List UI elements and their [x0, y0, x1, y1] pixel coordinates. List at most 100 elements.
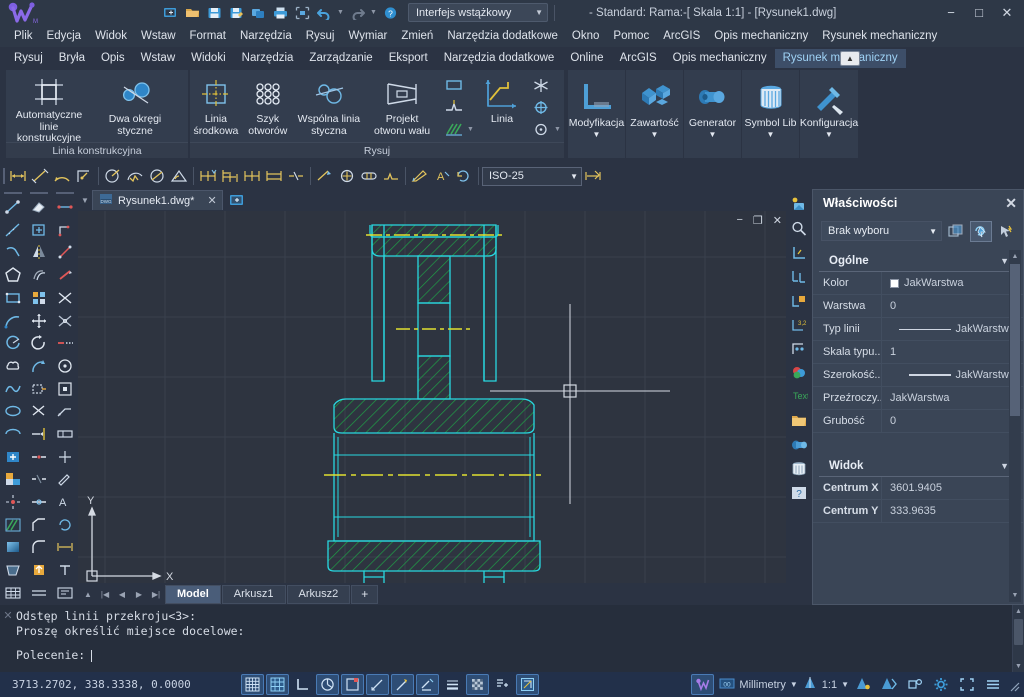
viewport-close-button[interactable]: ✕ [773, 214, 782, 227]
star-burst-icon[interactable] [529, 74, 553, 96]
command-line-text[interactable]: Odstęp linii przekroju<3>: Proszę określ… [16, 605, 1012, 672]
ucs-named-icon[interactable] [787, 289, 811, 313]
property-value[interactable]: JakWarstwa [881, 272, 1023, 294]
selection-dropdown[interactable]: Brak wyboru ▼ [821, 221, 942, 241]
property-row-skala-typu-linii[interactable]: Skala typu... 1 [813, 341, 1023, 364]
diameter-dimension-icon[interactable] [146, 165, 168, 187]
undo-icon[interactable] [314, 3, 334, 22]
ribbon-button-generator[interactable]: Generator ▼ [684, 70, 742, 158]
menu-item-okno[interactable]: Okno [565, 28, 607, 44]
ribbon-tab-arcgis[interactable]: ArcGIS [612, 49, 665, 68]
text-icon[interactable] [53, 559, 77, 582]
menu-item-rysunek-mechaniczny[interactable]: Rysunek mechaniczny [815, 28, 944, 44]
redo-dropdown-icon[interactable]: ▼ [369, 3, 378, 22]
hatch-icon[interactable] [442, 118, 466, 140]
color-icon[interactable] [787, 361, 811, 385]
tab-list-dropdown-icon[interactable]: ▼ [78, 190, 92, 210]
property-value[interactable]: 0 [881, 295, 1023, 317]
menu-item-wstaw[interactable]: Wstaw [134, 28, 183, 44]
ribbon-button-automatyczne-linie-konstrukcyjne[interactable]: Automatyczne linie konstrukcyjne [6, 70, 92, 144]
menu-item-edycja[interactable]: Edycja [40, 28, 89, 44]
point-icon[interactable] [1, 491, 25, 514]
menu-item-format[interactable]: Format [183, 28, 233, 44]
annotation-scale-auto-icon[interactable] [877, 674, 900, 695]
dropdown-arrow[interactable]: ▼ [593, 129, 601, 140]
property-group-ogolne[interactable]: Ogólne ▼ [819, 250, 1017, 272]
polar-tracking-toggle[interactable] [316, 674, 339, 695]
mirror-icon[interactable] [27, 241, 51, 264]
settings-icon[interactable] [929, 674, 952, 695]
print-icon[interactable] [270, 3, 290, 22]
layer-icon[interactable] [787, 409, 811, 433]
edit-dim-text-icon[interactable]: A [431, 165, 453, 187]
mtext-icon[interactable] [53, 581, 77, 604]
zoom-icon[interactable] [787, 217, 811, 241]
tolerance-icon[interactable] [314, 165, 336, 187]
property-row-centrum-x[interactable]: Centrum X 3601.9405 [813, 477, 1023, 500]
layout-scroll-up-icon[interactable]: ▲ [80, 584, 96, 604]
dropdown-arrow[interactable]: ▼ [825, 129, 833, 140]
ribbon-tab-narzedzia-dodatkowe[interactable]: Narzędzia dodatkowe [436, 49, 563, 68]
scrollbar-thumb[interactable] [1014, 619, 1023, 645]
layout-tab-arkusz1[interactable]: Arkusz1 [221, 584, 286, 604]
resize-grip-icon[interactable] [1006, 678, 1020, 692]
jogged-linear-icon[interactable] [380, 165, 402, 187]
ribbon-button-modyfikacja[interactable]: Modyfikacja ▼ [568, 70, 626, 158]
arc-icon[interactable] [1, 309, 25, 332]
dimension-style-selector[interactable]: ISO-25 ▼ [482, 166, 582, 186]
aligned-dimension-icon[interactable] [29, 165, 51, 187]
scroll-up-icon[interactable]: ▲ [1009, 250, 1021, 263]
dimension-style-manager-icon[interactable] [582, 165, 604, 187]
dimension-text-edit-icon[interactable]: A [53, 491, 77, 514]
text-style-icon[interactable]: Text [787, 385, 811, 409]
layout-prev-icon[interactable]: ◀ [114, 584, 130, 604]
annotation-scale-selector[interactable]: 1:1 ▼ [802, 676, 849, 694]
copy-icon[interactable] [27, 218, 51, 241]
insert-block-icon[interactable] [1, 445, 25, 468]
property-value[interactable]: 0 [881, 410, 1023, 432]
property-group-widok[interactable]: Widok ▼ [819, 455, 1017, 477]
ribbon-button-linia-srodkowa[interactable]: Linia środkowa [190, 70, 242, 142]
menu-item-narzedzia-dodatkowe[interactable]: Narzędzia dodatkowe [440, 28, 565, 44]
hatch-icon[interactable] [1, 513, 25, 536]
multiline-icon[interactable] [27, 581, 51, 604]
quick-select-button[interactable] [970, 220, 992, 242]
tolerance-icon[interactable] [53, 423, 77, 446]
menu-item-pomoc[interactable]: Pomoc [606, 28, 656, 44]
radius-dimension-icon[interactable] [102, 165, 124, 187]
transparency-toggle[interactable] [466, 674, 489, 695]
inspect-icon[interactable] [358, 165, 380, 187]
toolbar-grip[interactable] [0, 166, 7, 186]
menu-item-arcgis[interactable]: ArcGIS [656, 28, 707, 44]
drawing-canvas[interactable]: X Y − ❐ ✕ [78, 211, 786, 583]
close-button[interactable]: ✕ [994, 2, 1020, 24]
dynamic-ucs-toggle[interactable] [391, 674, 414, 695]
property-value[interactable]: 3601.9405 [881, 477, 1023, 499]
properties-close-icon[interactable]: ✕ [1005, 195, 1017, 212]
erase-icon[interactable] [27, 196, 51, 219]
make-block-icon[interactable] [1, 468, 25, 491]
property-value[interactable]: 1 [881, 341, 1023, 363]
layout-last-icon[interactable]: ▶| [148, 584, 164, 604]
dimension-ordinate-icon[interactable] [53, 218, 77, 241]
menu-item-narzedzia[interactable]: Narzędzia [233, 28, 299, 44]
dimension-linear-icon[interactable] [53, 196, 77, 219]
ribbon-button-linia[interactable]: Linia [477, 70, 527, 142]
help-icon[interactable]: ? [787, 481, 811, 505]
array-icon[interactable] [27, 286, 51, 309]
dimension-angular-icon[interactable] [53, 309, 77, 332]
property-row-przezroczystosc[interactable]: Przeźroczy... JakWarstwa [813, 387, 1023, 410]
dropdown-arrow[interactable]: ▼ [767, 129, 775, 140]
dropdown-arrow[interactable]: ▼ [709, 129, 717, 140]
select-objects-button[interactable] [945, 221, 967, 242]
save-as-icon[interactable] [226, 3, 246, 22]
rectangle-icon[interactable] [1, 286, 25, 309]
command-prompt-row[interactable]: Polecenie: [16, 648, 1012, 663]
ribbon-button-projekt-otworu-walu[interactable]: Projekt otworu wału [364, 70, 440, 142]
ribbon-tab-opis[interactable]: Opis [93, 49, 133, 68]
move-icon[interactable] [27, 309, 51, 332]
ribbon-collapse-button[interactable]: ▲ [840, 51, 860, 66]
break-at-point-icon[interactable] [27, 445, 51, 468]
coordinate-display[interactable]: 3713.2702, 338.3338, 0.0000 [0, 678, 240, 691]
property-row-warstwa[interactable]: Warstwa 0 [813, 295, 1023, 318]
